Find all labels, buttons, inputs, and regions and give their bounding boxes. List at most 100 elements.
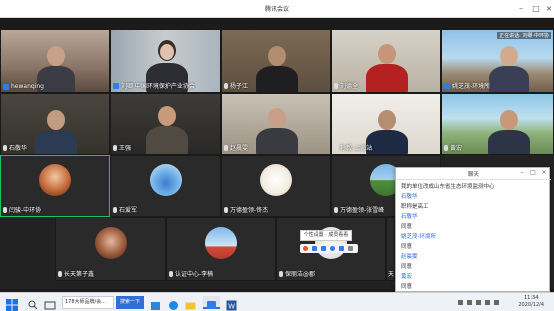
maximize-icon[interactable]: □ bbox=[530, 3, 542, 15]
mic-icon bbox=[224, 144, 228, 151]
mic-icon bbox=[169, 270, 173, 277]
search-button[interactable]: 搜索一下 bbox=[116, 296, 144, 309]
mic-icon bbox=[113, 144, 117, 151]
avatar bbox=[260, 164, 292, 196]
mic-icon bbox=[334, 206, 338, 213]
chat-message: 职称是高工 bbox=[401, 204, 429, 210]
participant-name: 万德盈领-张雪峰 bbox=[334, 205, 384, 214]
chat-header: 聊天 – □ × bbox=[396, 168, 551, 180]
video-tile[interactable]: 黄宏 bbox=[441, 93, 554, 155]
notification-icon[interactable] bbox=[494, 300, 499, 305]
video-tile[interactable]: 孙毅-上海站 bbox=[331, 93, 441, 155]
video-tile[interactable]: hewanqing bbox=[0, 29, 110, 93]
participant-name: 保丽洁@郡 bbox=[279, 269, 315, 278]
settings-icon[interactable] bbox=[339, 246, 344, 251]
meeting-window: 腾讯会议 – □ × hewanqing 刘卿 中国环境保护产业协会 杨子江 刘… bbox=[0, 0, 554, 311]
mic-icon bbox=[279, 270, 283, 277]
participant-name: 孙毅-上海站 bbox=[334, 143, 372, 152]
mic-icon bbox=[58, 270, 62, 277]
chat-message: 同意 bbox=[401, 244, 413, 250]
mic-icon bbox=[3, 144, 7, 151]
start-icon[interactable] bbox=[6, 296, 18, 311]
chat-title: 聊天 bbox=[467, 172, 479, 178]
mic-icon bbox=[3, 206, 7, 213]
search-icon[interactable] bbox=[28, 296, 38, 310]
chat-icon[interactable] bbox=[330, 246, 335, 251]
avatar bbox=[149, 164, 182, 196]
folder-icon[interactable] bbox=[185, 296, 196, 310]
video-tile[interactable]: 杨子江 bbox=[221, 29, 331, 93]
network-icon[interactable] bbox=[458, 300, 463, 305]
avatar bbox=[205, 227, 237, 259]
system-tray[interactable] bbox=[456, 296, 516, 309]
video-tile[interactable]: 石敬华 bbox=[0, 93, 110, 155]
participant-name: 石爱军 bbox=[113, 205, 137, 214]
word-icon[interactable]: W bbox=[226, 296, 237, 311]
avatar bbox=[39, 164, 71, 196]
mic-icon bbox=[224, 82, 228, 89]
video-tile[interactable]: 刘卿 中国环境保护产业协会 bbox=[110, 29, 221, 93]
video-tile[interactable]: 刘德全 bbox=[331, 29, 441, 93]
participant-name: 刘卿 中国环境保护产业协会 bbox=[113, 81, 195, 90]
participant-name: 黄宏 bbox=[444, 143, 462, 152]
participant-name: 闫骏-中环协 bbox=[3, 205, 41, 214]
video-tile[interactable]: 认证中心-李楠 bbox=[166, 217, 276, 281]
edge-icon[interactable] bbox=[168, 296, 179, 310]
close-icon[interactable]: × bbox=[543, 3, 554, 15]
video-tile-active[interactable]: 闫骏-中环协 bbox=[0, 155, 110, 217]
mic-icon bbox=[334, 144, 338, 151]
svg-text:W: W bbox=[228, 304, 235, 311]
video-tile[interactable]: 石爱军 bbox=[110, 155, 221, 217]
video-tile[interactable]: 天 bbox=[386, 217, 395, 281]
user-icon bbox=[444, 82, 450, 89]
clock-date: 2020/12/4 bbox=[518, 302, 544, 308]
store-icon[interactable] bbox=[150, 296, 161, 310]
maximize-icon[interactable]: □ bbox=[529, 169, 537, 176]
participant-name: 万德盈领-佟杰 bbox=[224, 205, 268, 214]
chat-message: 我的单位改成山东省生态环境监测中心 bbox=[401, 184, 495, 190]
avatar bbox=[94, 227, 127, 259]
speaking-indicator: 正在讲话: 刘卿·中环协 bbox=[497, 32, 551, 39]
record-icon[interactable] bbox=[303, 246, 308, 251]
chat-sender: 石敬华 bbox=[401, 194, 418, 200]
ime-icon[interactable] bbox=[485, 300, 490, 305]
participant-name: 杨子江 bbox=[224, 81, 248, 90]
chat-sender: 姚芝茂-环境所 bbox=[401, 234, 436, 240]
battery-icon[interactable] bbox=[476, 300, 481, 305]
user-icon bbox=[113, 82, 119, 89]
minimize-icon[interactable]: – bbox=[518, 169, 526, 176]
video-tile[interactable]: 赵晨雯 bbox=[221, 93, 331, 155]
close-icon[interactable]: × bbox=[540, 169, 548, 176]
mic-icon bbox=[444, 144, 448, 151]
share-icon[interactable] bbox=[312, 246, 317, 251]
more-icon[interactable] bbox=[348, 246, 353, 251]
participant-name: 赵晨雯 bbox=[224, 143, 248, 152]
chat-sender: 石敬华 bbox=[401, 214, 418, 220]
video-tile[interactable]: 王强 bbox=[110, 93, 221, 155]
mini-toolbar[interactable] bbox=[300, 244, 358, 253]
members-icon[interactable] bbox=[321, 246, 326, 251]
mic-icon bbox=[113, 206, 117, 213]
participant-name: 天 bbox=[388, 271, 395, 278]
task-view-icon[interactable] bbox=[44, 296, 56, 310]
participant-name: 长天第子鑫 bbox=[58, 269, 94, 278]
video-tile[interactable]: 长天第子鑫 bbox=[55, 217, 166, 281]
taskbar-app[interactable]: 178大师品牌/会... bbox=[62, 296, 114, 309]
window-title: 腾讯会议 bbox=[264, 6, 289, 13]
participant-name: hewanqing bbox=[3, 83, 44, 90]
chat-message: 同意 bbox=[401, 264, 413, 270]
chat-message: 同意 bbox=[401, 284, 413, 290]
participant-name: 石敬华 bbox=[3, 143, 27, 152]
minimize-icon[interactable]: – bbox=[515, 3, 527, 15]
video-tile[interactable]: 万德盈领-佟杰 bbox=[221, 155, 331, 217]
volume-icon[interactable] bbox=[467, 300, 472, 305]
chat-messages: 我的单位改成山东省生态环境监测中心 石敬华 职称是高工 石敬华 同意 姚芝茂-环… bbox=[401, 182, 547, 292]
clock[interactable]: 11:34 2020/12/4 bbox=[518, 295, 544, 309]
meeting-app-icon[interactable] bbox=[203, 296, 220, 309]
user-icon bbox=[3, 83, 9, 90]
clock-time: 11:34 bbox=[523, 295, 539, 301]
participant-name: 姚芝茂-环境所 bbox=[444, 81, 490, 90]
taskbar: 178大师品牌/会... 搜索一下 W 11:34 2020/12/4 bbox=[0, 292, 554, 311]
video-tile[interactable]: 正在讲话: 刘卿·中环协 姚芝茂-环境所 bbox=[441, 29, 554, 93]
chat-sender: 黄宏 bbox=[401, 274, 413, 280]
